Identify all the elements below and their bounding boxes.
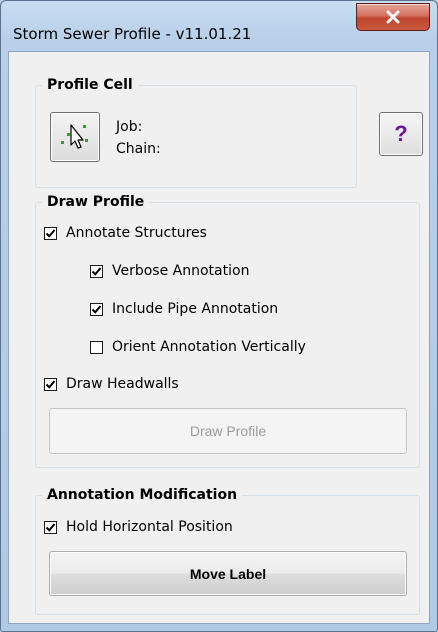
help-question-icon: ? [394, 121, 408, 146]
include-pipe-annotation-checkbox[interactable] [90, 302, 103, 316]
title-bar[interactable]: Storm Sewer Profile - v11.01.21 [1, 1, 437, 43]
include-pipe-annotation-checkbox-row[interactable]: Include Pipe Annotation [90, 300, 278, 318]
orient-annotation-vertically-label: Orient Annotation Vertically [112, 339, 306, 355]
orient-annotation-vertically-checkbox-row[interactable]: Orient Annotation Vertically [90, 338, 306, 356]
hold-horizontal-position-label: Hold Horizontal Position [66, 519, 233, 535]
include-pipe-annotation-label: Include Pipe Annotation [112, 301, 279, 317]
annotate-structures-checkbox-row[interactable]: Annotate Structures [44, 224, 207, 242]
close-button[interactable] [356, 3, 430, 31]
draw-profile-group: Draw Profile Annotate Structures Verbose… [35, 193, 420, 468]
hold-horizontal-position-checkbox[interactable] [44, 520, 57, 534]
checkmark-icon [91, 266, 102, 276]
orient-annotation-vertically-checkbox[interactable] [90, 340, 103, 354]
dialog-window: Storm Sewer Profile - v11.01.21 Profile … [0, 0, 438, 632]
annotation-modification-group: Annotation Modification Hold Horizontal … [35, 486, 420, 615]
job-label: Job: [116, 119, 143, 135]
profile-cell-group: Profile Cell Job: Chain: [35, 76, 357, 188]
pick-cell-button[interactable] [50, 112, 100, 162]
move-label-button[interactable]: Move Label [49, 551, 407, 596]
draw-headwalls-checkbox[interactable] [44, 377, 57, 391]
verbose-annotation-label: Verbose Annotation [112, 263, 250, 279]
checkmark-icon [45, 228, 56, 238]
draw-headwalls-checkbox-row[interactable]: Draw Headwalls [44, 375, 179, 393]
checkmark-icon [91, 304, 102, 314]
verbose-annotation-checkbox-row[interactable]: Verbose Annotation [90, 262, 249, 280]
dialog-client-area: Profile Cell Job: Chain: ? Draw Profile … [8, 51, 430, 624]
window-title: Storm Sewer Profile - v11.01.21 [13, 25, 252, 43]
checkmark-icon [45, 379, 56, 389]
hold-horizontal-position-checkbox-row[interactable]: Hold Horizontal Position [44, 518, 233, 536]
close-icon [386, 10, 400, 24]
annotate-structures-checkbox[interactable] [44, 226, 57, 240]
draw-profile-group-title: Draw Profile [42, 193, 150, 211]
draw-profile-button[interactable]: Draw Profile [49, 408, 407, 454]
help-button[interactable]: ? [379, 112, 423, 156]
annotation-modification-group-title: Annotation Modification [42, 486, 243, 504]
profile-cell-group-title: Profile Cell [42, 76, 138, 94]
draw-headwalls-label: Draw Headwalls [66, 376, 179, 392]
chain-label: Chain: [116, 141, 161, 157]
annotate-structures-label: Annotate Structures [66, 225, 207, 241]
checkmark-icon [45, 522, 56, 532]
verbose-annotation-checkbox[interactable] [90, 264, 103, 278]
